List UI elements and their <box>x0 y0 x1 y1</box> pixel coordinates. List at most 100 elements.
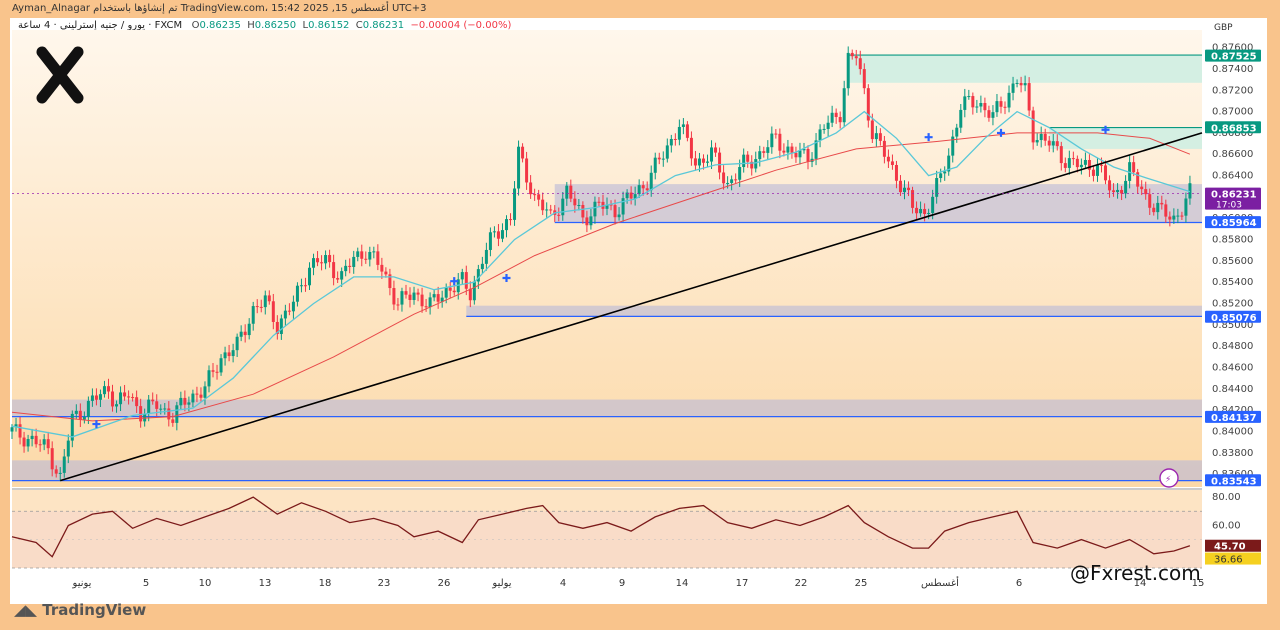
candle-body <box>991 112 995 118</box>
candle-body <box>613 205 617 218</box>
candle-body <box>1043 133 1047 141</box>
candle-body <box>995 101 999 113</box>
lightning-glyph: ⚡ <box>1165 475 1171 485</box>
candle-body <box>693 158 697 166</box>
candle-body <box>135 397 139 407</box>
candle-body <box>42 439 46 445</box>
candle-body <box>384 271 388 275</box>
candle-body <box>1144 189 1148 195</box>
candle-body <box>718 152 722 173</box>
candle-body <box>247 323 251 336</box>
candle-body <box>1184 198 1188 216</box>
x-tick-label: 10 <box>199 578 212 589</box>
y-tick-label: 0.87200 <box>1212 85 1253 96</box>
candle-body <box>376 251 380 265</box>
candle-body <box>886 156 890 162</box>
candle-body <box>356 251 360 257</box>
candle-body <box>939 173 943 179</box>
candle-body <box>734 179 738 181</box>
x-tick-label: 6 <box>1016 578 1022 589</box>
candle-body <box>1047 140 1051 146</box>
candle-body <box>336 278 340 280</box>
candle-body <box>324 255 328 264</box>
candle-body <box>955 127 959 137</box>
x-tick-label: 14 <box>676 578 689 589</box>
candle-body <box>1071 158 1075 160</box>
candle-body <box>106 386 110 392</box>
candle-body <box>1059 146 1063 164</box>
candle-body <box>770 133 774 148</box>
candle-body <box>854 56 858 59</box>
candle-body <box>255 306 259 308</box>
candle-body <box>1112 190 1116 193</box>
candle-body <box>911 190 915 208</box>
candle-body <box>392 288 396 305</box>
candle-body <box>549 209 553 211</box>
candle-body <box>673 138 677 140</box>
price-tag-label: 0.84137 <box>1211 413 1257 424</box>
candle-body <box>967 96 971 98</box>
candle-body <box>1116 189 1120 193</box>
candle-body <box>332 262 336 279</box>
candle-body <box>597 201 601 203</box>
candle-body <box>119 392 123 405</box>
candle-body <box>830 112 834 123</box>
candle-body <box>710 147 714 162</box>
candle-body <box>742 154 746 168</box>
candle-body <box>58 472 62 474</box>
candle-body <box>267 295 271 302</box>
candle-body <box>509 219 513 221</box>
candle-body <box>468 288 472 301</box>
candle-body <box>171 419 175 423</box>
candle-body <box>86 400 90 417</box>
candle-body <box>412 292 416 301</box>
candle-body <box>834 112 838 118</box>
candle-body <box>1067 158 1071 168</box>
candle-body <box>943 171 947 174</box>
candle-body <box>500 230 504 239</box>
candle-body <box>1007 92 1011 108</box>
candle-body <box>838 117 842 123</box>
price-tag-label: 0.86853 <box>1211 123 1257 134</box>
candle-body <box>320 262 324 264</box>
candle-body <box>766 147 770 153</box>
candle-body <box>874 133 878 140</box>
candle-body <box>657 157 661 160</box>
candle-body <box>163 408 167 410</box>
candle-body <box>685 124 689 138</box>
candle-body <box>541 199 545 211</box>
rsi-axis-80: 80.00 <box>1212 492 1241 503</box>
price-chart[interactable]: GBP0.876000.874000.872000.870000.868000.… <box>0 0 1280 630</box>
rsi-axis-60: 60.00 <box>1212 520 1241 531</box>
candle-body <box>316 258 320 263</box>
candle-body <box>1164 204 1168 217</box>
candle-body <box>480 263 484 270</box>
candle-body <box>1075 158 1079 168</box>
candle-body <box>681 124 685 127</box>
candle-body <box>424 306 428 308</box>
candle-body <box>561 198 565 216</box>
y-tick-label: 0.85800 <box>1212 235 1253 246</box>
candle-body <box>1035 140 1039 143</box>
candle-body <box>380 264 384 272</box>
candle-body <box>291 301 295 312</box>
price-pane-bg <box>12 30 1202 487</box>
candle-body <box>227 352 231 357</box>
zone-support-3 <box>466 305 1202 317</box>
candle-body <box>279 318 283 334</box>
candle-body <box>464 272 468 289</box>
candle-body <box>641 185 645 189</box>
candle-body <box>959 109 963 128</box>
x-tick-label: 17 <box>736 578 749 589</box>
candle-body <box>312 258 316 268</box>
candle-body <box>525 158 529 183</box>
x-tick-label: 25 <box>855 578 868 589</box>
candle-body <box>199 394 203 398</box>
candle-body <box>931 196 935 213</box>
candle-body <box>730 179 734 183</box>
candle-body <box>123 392 127 397</box>
candle-body <box>492 231 496 233</box>
candle-body <box>1031 110 1035 143</box>
candle-body <box>1039 133 1043 141</box>
zone-resistance-1 <box>1049 127 1202 149</box>
